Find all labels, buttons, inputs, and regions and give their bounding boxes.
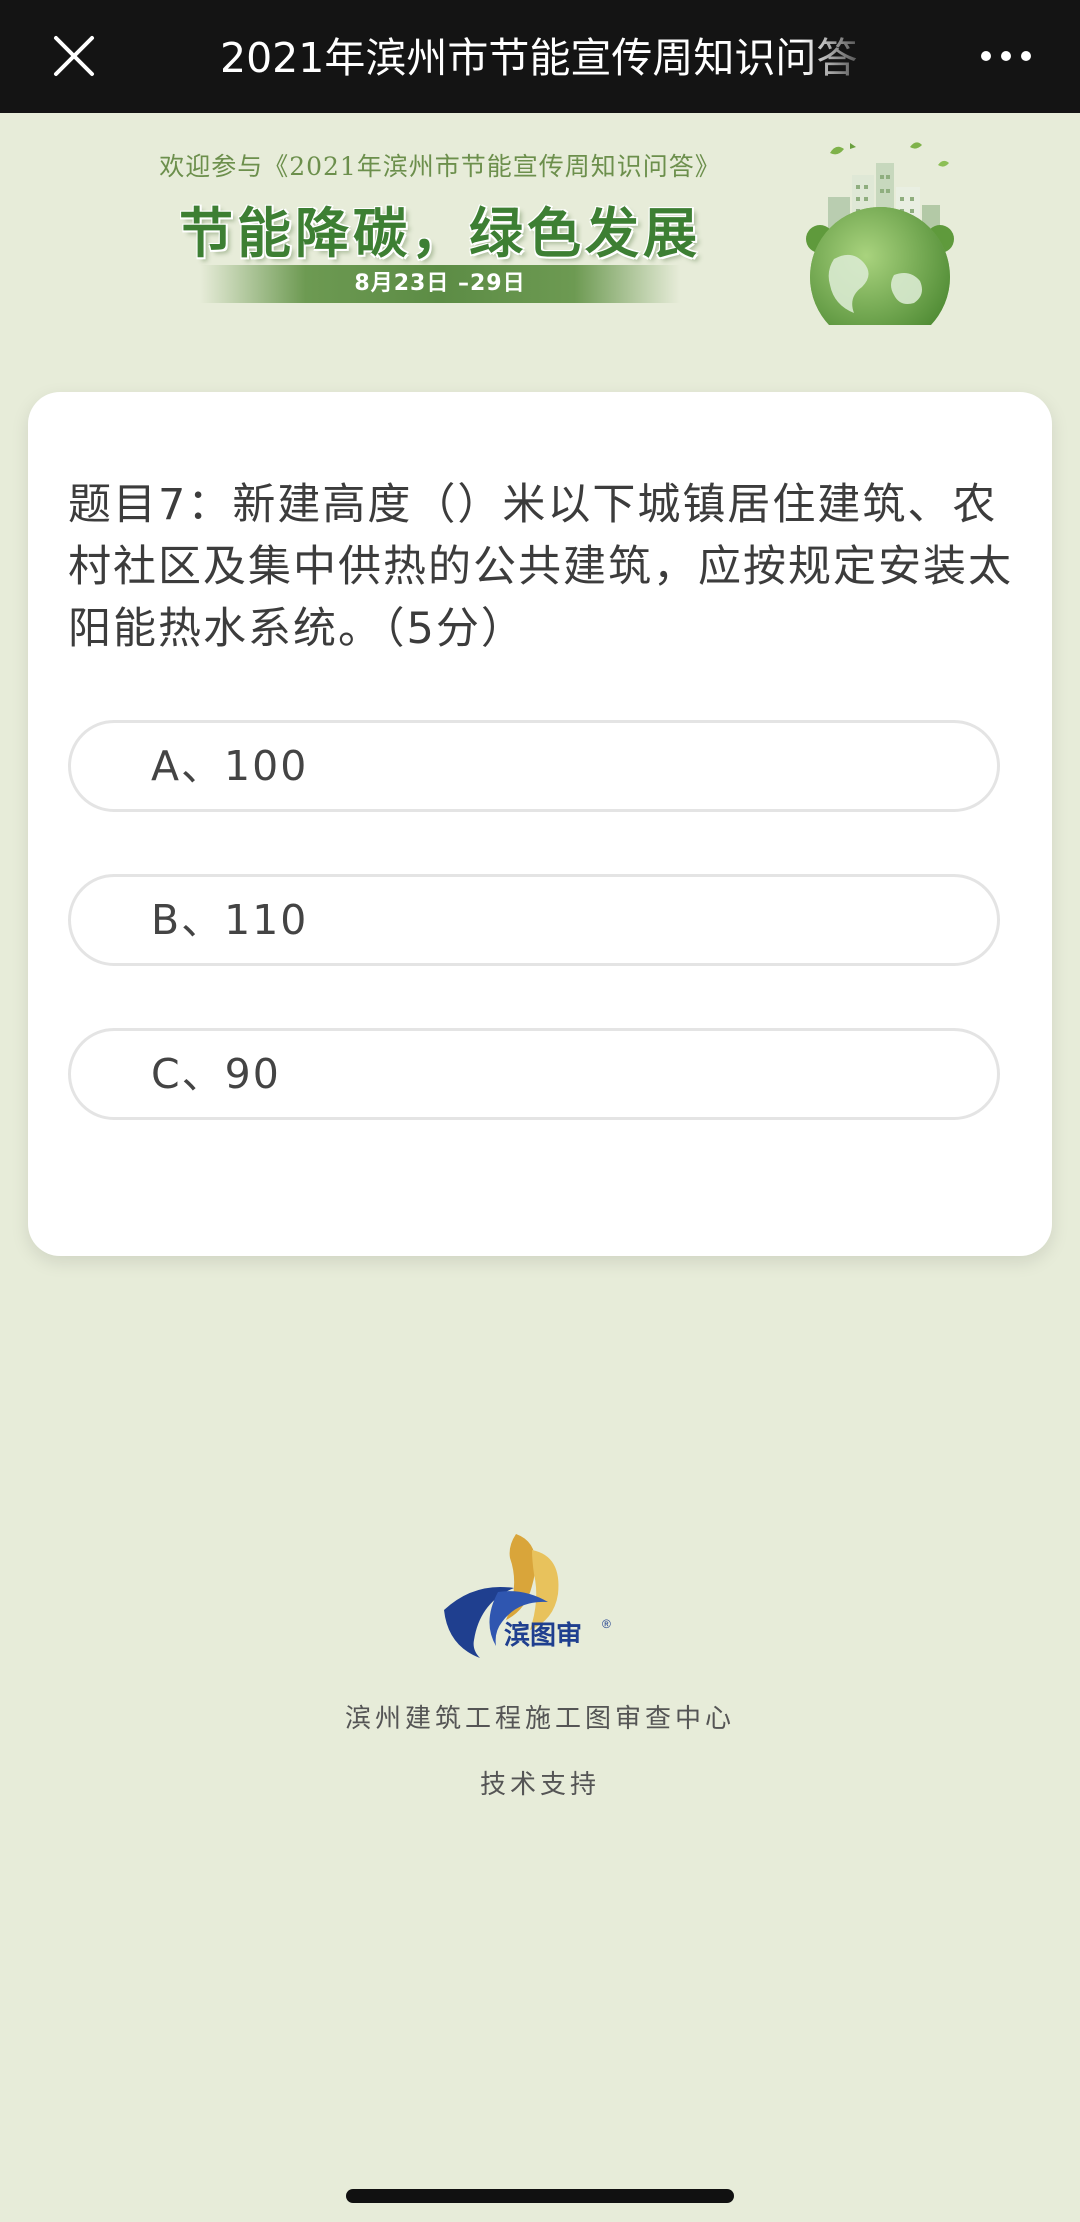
option-label: B、110 (151, 896, 309, 944)
close-button[interactable] (48, 30, 100, 82)
event-banner: 欢迎参与《2021年滨州市节能宣传周知识问答》 节能降碳，绿色发展 8月23日 … (0, 113, 1080, 328)
close-icon (54, 36, 94, 76)
footer-organization: 滨州建筑工程施工图审查中心 (344, 1704, 735, 1734)
footer-logo: 滨图审 ® (444, 1534, 611, 1658)
option-c-button[interactable]: C、90 (68, 1028, 1000, 1120)
banner-slogan: 节能降碳，绿色发展 (179, 202, 701, 265)
option-b-button[interactable]: B、110 (68, 874, 1000, 966)
option-label: A、100 (151, 742, 309, 790)
page-title: 2021年滨州市节能宣传周知识问答 (220, 34, 858, 82)
banner-date: 8月23日 –29日 (354, 271, 526, 296)
banner-date-bar: 8月23日 –29日 (200, 265, 680, 303)
footer-support-text: 技术支持 (479, 1770, 600, 1800)
more-icon (981, 51, 1031, 61)
green-earth-city-illustration (806, 142, 954, 325)
top-navigation-bar: 2021年滨州市节能宣传周知识问答 (0, 0, 1080, 113)
option-label: C、90 (151, 1050, 281, 1098)
question-card: 题目7：新建高度（）米以下城镇居住建筑、农村社区及集中供热的公共建筑，应按规定安… (28, 392, 1052, 1256)
banner-welcome-text: 欢迎参与《2021年滨州市节能宣传周知识问答》 (159, 152, 721, 181)
footer-logo-text: 滨图审 (504, 1620, 582, 1650)
more-options-button[interactable] (978, 40, 1034, 72)
home-indicator[interactable] (346, 2189, 734, 2203)
option-a-button[interactable]: A、100 (68, 720, 1000, 812)
svg-text:®: ® (602, 1617, 611, 1631)
question-text: 题目7：新建高度（）米以下城镇居住建筑、农村社区及集中供热的公共建筑，应按规定安… (68, 480, 1013, 654)
